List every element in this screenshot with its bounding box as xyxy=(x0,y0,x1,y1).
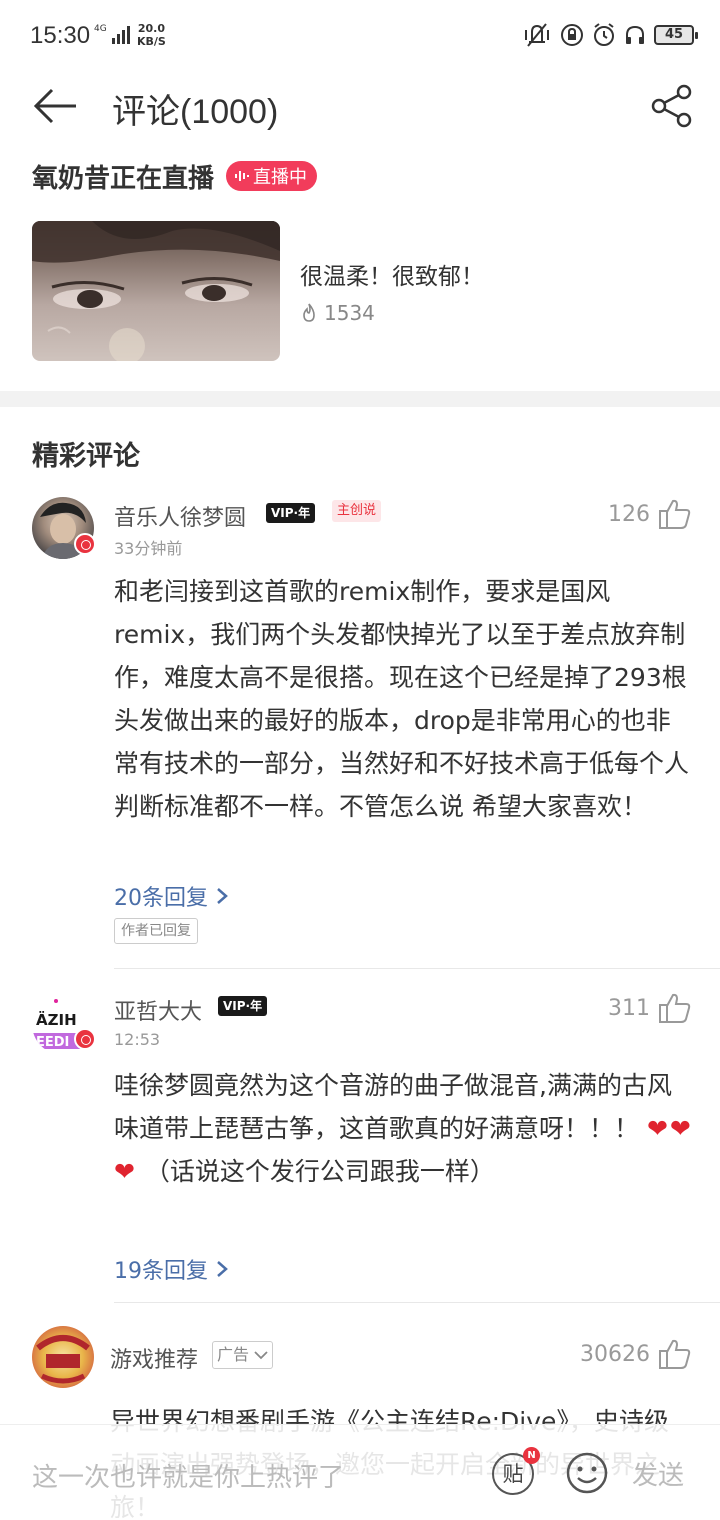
live-badge[interactable]: 直播中 xyxy=(226,161,318,191)
commenter-name[interactable]: 亚哲大大 xyxy=(114,994,202,1026)
speed-unit: KB/S xyxy=(137,35,166,48)
network-type: 4G xyxy=(94,24,107,34)
cover-art xyxy=(32,221,280,361)
status-bar: 15:30 4G 20.0 KB/S 45 xyxy=(0,0,720,70)
page-title: 评论(1000) xyxy=(112,93,279,131)
vip-badge: VIP·年 xyxy=(266,503,316,523)
thumbs-up-icon xyxy=(659,499,691,529)
section-divider xyxy=(0,391,720,407)
status-icons: 45 xyxy=(522,22,698,48)
like-count: 311 xyxy=(608,995,650,1021)
lock-rotation-icon xyxy=(561,24,583,46)
creator-badge: 主创说 xyxy=(332,500,382,522)
live-streamer-name[interactable]: 氧奶昔正在直播 xyxy=(32,158,214,195)
comment-time: 12:53 xyxy=(114,1030,161,1049)
view-replies-link[interactable]: 20条回复 xyxy=(114,880,228,912)
like-button[interactable]: 30626 xyxy=(580,1338,692,1370)
reply-count: 20条回复 xyxy=(114,886,208,911)
song-heat: 1534 xyxy=(300,301,375,325)
song-cover-image[interactable] xyxy=(32,221,280,361)
emoji-icon[interactable] xyxy=(565,1451,609,1495)
like-count: 126 xyxy=(608,501,650,527)
comment-divider xyxy=(114,1302,720,1303)
speed-value: 20.0 xyxy=(137,22,165,35)
chevron-down-icon xyxy=(254,1351,268,1360)
live-badge-label: 直播中 xyxy=(253,167,308,188)
chevron-right-icon xyxy=(217,1261,228,1277)
headphones-icon xyxy=(626,25,644,44)
avatar-image xyxy=(36,1335,90,1384)
musician-badge-icon xyxy=(74,1028,96,1050)
avatar[interactable] xyxy=(32,1326,94,1388)
battery-indicator: 45 xyxy=(654,25,698,45)
comment-text-before: 哇徐梦圆竟然为这个音游的曲子做混音,满满的古风味道带上琵琶古筝，这首歌真的好满意… xyxy=(114,1071,672,1143)
comment-text: 和老闫接到这首歌的remix制作，要求是国风remix，我们两个头发都快掉光了以… xyxy=(114,577,690,821)
ad-badge-label: 广告 xyxy=(217,1345,250,1364)
header: 评论(1000) xyxy=(0,70,720,150)
thumbs-up-icon xyxy=(659,1339,691,1369)
new-badge: N xyxy=(523,1447,540,1464)
flame-icon xyxy=(303,303,315,322)
comment-input[interactable]: 这一次也许就是你上热评了 xyxy=(32,1457,344,1494)
comment-divider xyxy=(114,968,720,969)
svg-text:ÄZIH: ÄZIH xyxy=(36,1010,77,1029)
ad-badge[interactable]: 广告 xyxy=(212,1341,274,1369)
song-caption: 很温柔！很致郁！ xyxy=(300,264,484,290)
comment-text-after: （话说这个发行公司跟我一样） xyxy=(144,1157,495,1186)
song-heat-value: 1534 xyxy=(324,301,375,325)
commenter-name[interactable]: 音乐人徐梦圆 xyxy=(114,500,246,532)
comment-text: 哇徐梦圆竟然为这个音游的曲子做混音,满满的古风味道带上琵琶古筝，这首歌真的好满意… xyxy=(114,1064,694,1193)
comment-input-bar: 这一次也许就是你上热评了 贴 N 发送 xyxy=(0,1424,720,1520)
alarm-icon xyxy=(594,23,614,46)
vibrate-mute-icon xyxy=(525,23,549,47)
send-button[interactable]: 发送 xyxy=(632,1455,684,1492)
live-row[interactable]: 氧奶昔正在直播 直播中 xyxy=(32,156,318,196)
like-count: 30626 xyxy=(580,1341,650,1367)
share-icon[interactable] xyxy=(650,84,694,128)
comment-time: 33分钟前 xyxy=(114,539,183,558)
author-replied-badge: 作者已回复 xyxy=(114,918,198,944)
view-replies-link[interactable]: 19条回复 xyxy=(114,1253,228,1285)
svg-text:EEDI: EEDI xyxy=(36,1035,69,1050)
musician-badge-icon xyxy=(74,533,96,555)
sound-wave-icon xyxy=(235,171,250,181)
chevron-right-icon xyxy=(217,888,228,904)
back-arrow-icon[interactable] xyxy=(32,86,78,126)
vip-badge: VIP·年 xyxy=(218,996,268,1016)
like-button[interactable]: 311 xyxy=(608,992,692,1024)
like-button[interactable]: 126 xyxy=(608,498,692,530)
section-title: 精彩评论 xyxy=(32,441,140,472)
signal-icon xyxy=(112,26,130,44)
song-card[interactable]: 很温柔！很致郁！ 1534 xyxy=(32,221,692,361)
status-time: 15:30 xyxy=(30,22,91,49)
commenter-name[interactable]: 游戏推荐 xyxy=(110,1342,198,1374)
thumbs-up-icon xyxy=(659,993,691,1023)
reply-count: 19条回复 xyxy=(114,1259,208,1284)
network-speed: 20.0 KB/S xyxy=(137,22,166,48)
